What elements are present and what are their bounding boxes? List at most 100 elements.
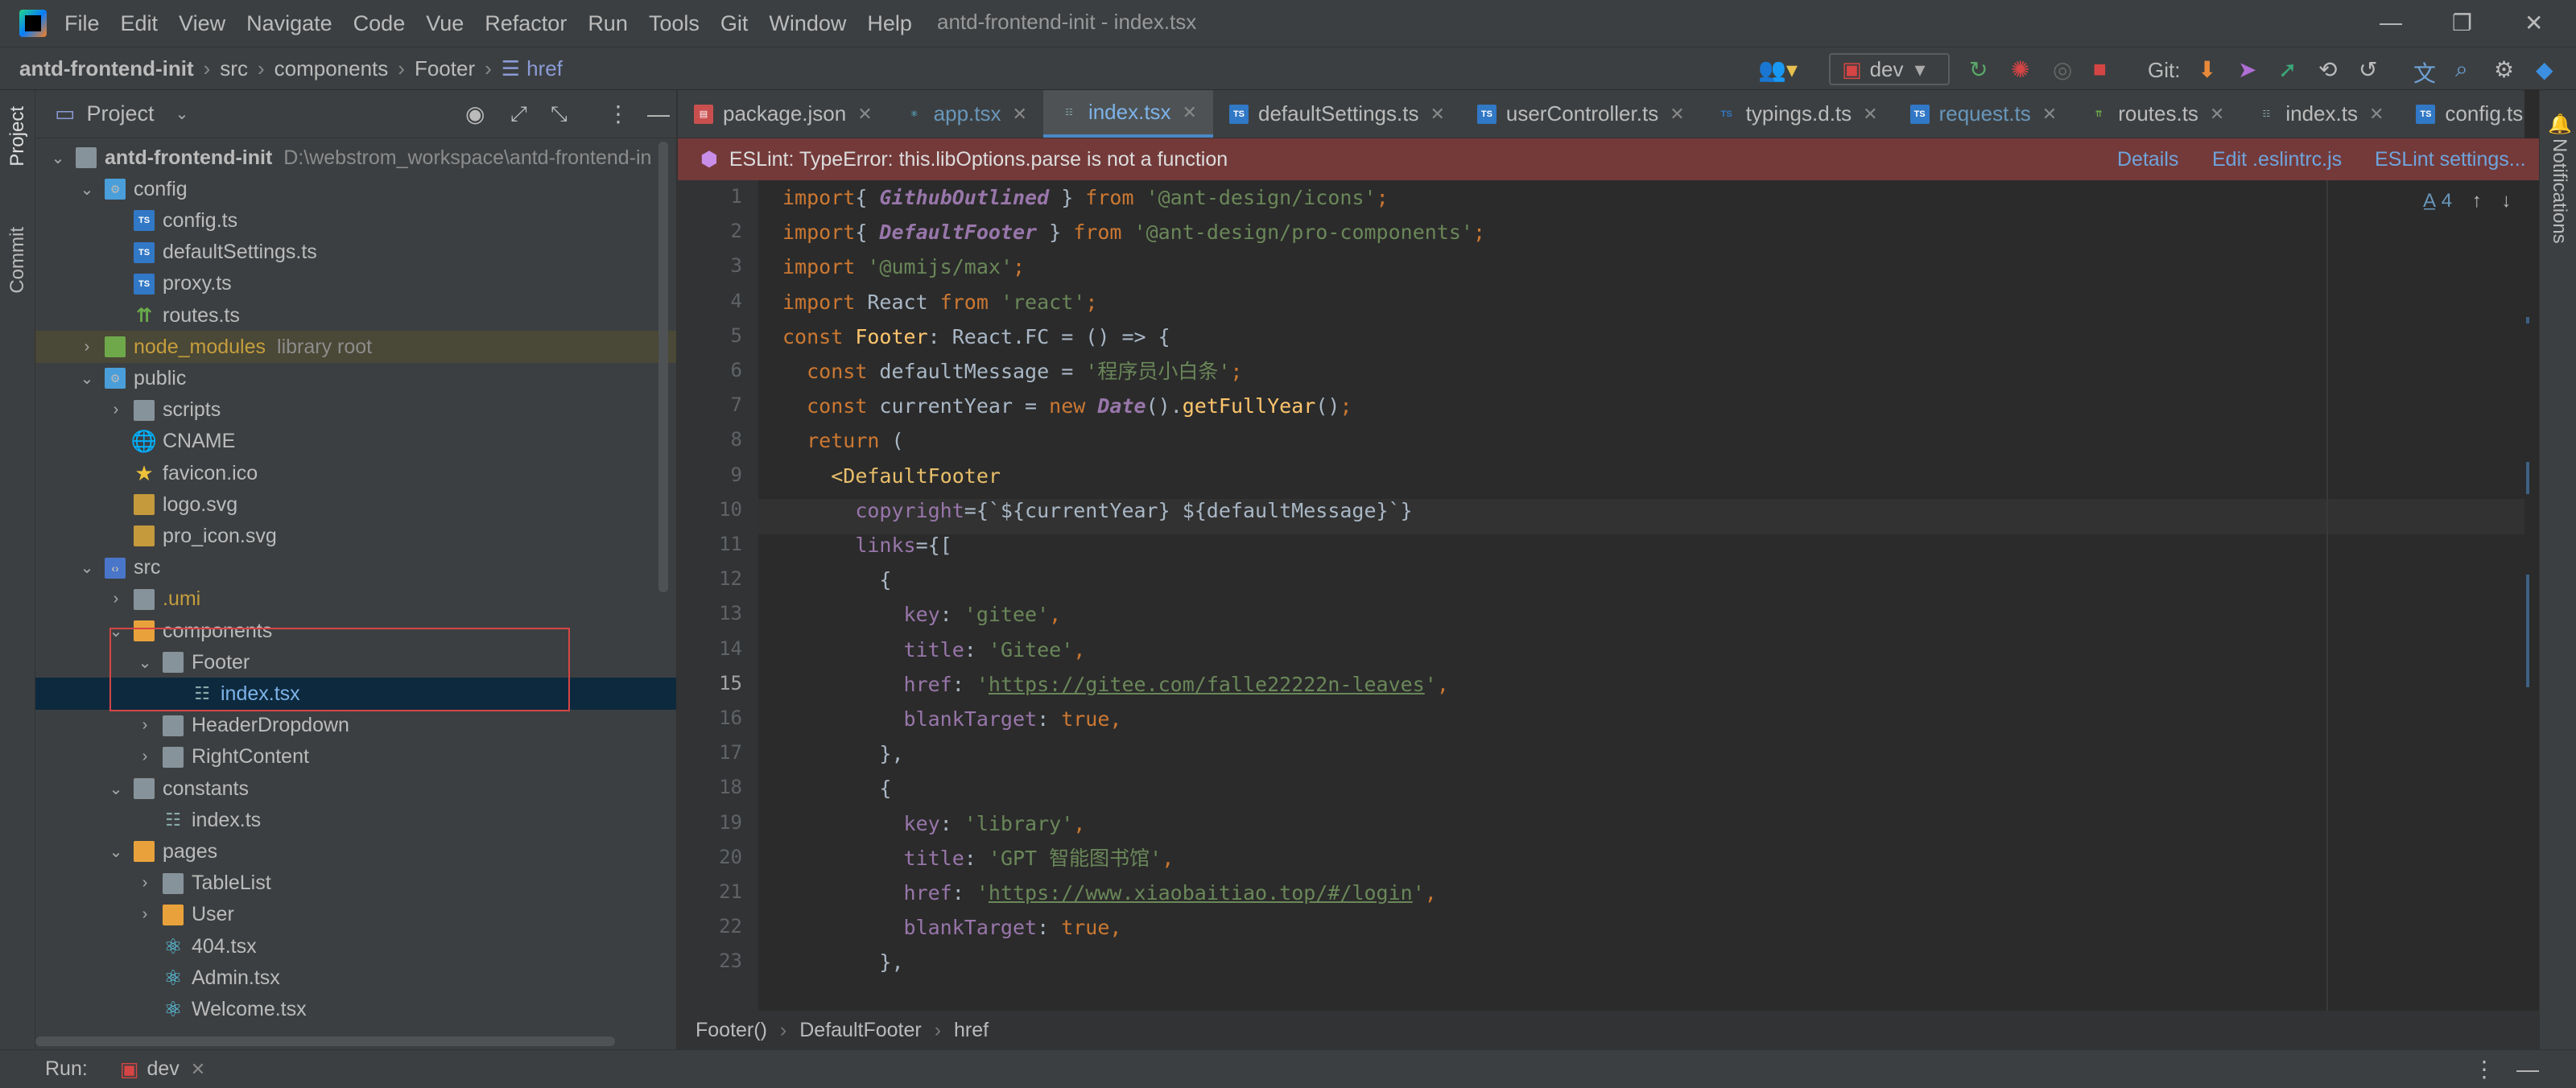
editor-tab[interactable]: ⇈ routes.ts ✕ xyxy=(2073,90,2240,138)
chevron-right-icon[interactable]: › xyxy=(135,874,155,892)
menu-refactor[interactable]: Refactor xyxy=(485,11,567,36)
close-tab-icon[interactable]: ✕ xyxy=(1013,104,1027,125)
eslint-details-link[interactable]: Details xyxy=(2117,148,2178,171)
editor-tab[interactable]: ☷ index.ts ✕ xyxy=(2240,90,2400,138)
eslint-edit-config-link[interactable]: Edit .eslintrc.js xyxy=(2212,148,2342,171)
more-options-icon[interactable]: ⋮ xyxy=(2473,1056,2496,1082)
more-options-icon[interactable]: ⋮ xyxy=(607,101,630,127)
editor-tab[interactable]: TS typings.d.ts ✕ xyxy=(1701,90,1894,138)
breadcrumb-defaultfooter[interactable]: DefaultFooter xyxy=(799,1019,921,1042)
close-tab-icon[interactable]: ✕ xyxy=(2369,104,2384,125)
breadcrumb-href[interactable]: href xyxy=(954,1019,989,1042)
tree-item[interactable]: › TableList xyxy=(35,868,676,900)
chevron-down-icon[interactable]: ⌄ xyxy=(48,148,68,168)
tree-item[interactable]: ⚛ Admin.tsx xyxy=(35,962,676,994)
chevron-down-icon[interactable]: ⌄ xyxy=(77,179,97,200)
tree-item[interactable]: ⚛ Welcome.tsx xyxy=(35,993,676,1025)
notifications-tool-tab[interactable]: Notifications xyxy=(2548,138,2570,244)
tree-scrollbar[interactable] xyxy=(658,142,668,592)
menu-vue[interactable]: Vue xyxy=(426,11,464,36)
eslint-settings-link[interactable]: ESLint settings... xyxy=(2375,148,2526,171)
expand-all-icon[interactable]: ⤢ xyxy=(510,101,527,127)
menu-run[interactable]: Run xyxy=(588,11,628,36)
chevron-down-icon[interactable]: ⌄ xyxy=(106,842,126,862)
locate-icon[interactable]: ◉ xyxy=(465,101,485,127)
tree-item[interactable]: › User xyxy=(35,899,676,931)
chevron-down-icon[interactable]: ⌄ xyxy=(77,369,97,389)
nav-crumb-src[interactable]: src xyxy=(220,56,248,81)
tree-horizontal-scrollbar[interactable] xyxy=(35,1036,615,1046)
tree-item[interactable]: ★ favicon.ico xyxy=(35,457,676,489)
tree-item[interactable]: ⌄ ⚙ public xyxy=(35,362,676,394)
stop-icon[interactable]: ■ xyxy=(2093,56,2107,82)
close-tab-icon[interactable]: ✕ xyxy=(1430,104,1444,125)
git-update-icon[interactable]: ⬇ xyxy=(2198,56,2216,83)
menu-view[interactable]: View xyxy=(179,11,225,36)
tree-item[interactable]: TS defaultSettings.ts xyxy=(35,237,676,269)
chevron-right-icon[interactable]: › xyxy=(77,338,97,356)
breadcrumb-footer[interactable]: Footer() xyxy=(696,1019,767,1042)
chevron-right-icon[interactable]: › xyxy=(106,590,126,608)
chevron-down-icon[interactable]: ⌄ xyxy=(106,779,126,799)
tree-item[interactable]: ⌄ antd-frontend-init D:\webstrom_workspace… xyxy=(35,142,676,174)
restore-icon[interactable]: ❐ xyxy=(2452,10,2472,36)
minimize-icon[interactable]: — xyxy=(2380,10,2402,35)
close-tab-icon[interactable]: ✕ xyxy=(2210,104,2224,125)
editor-scrollbar[interactable] xyxy=(2524,180,2539,1011)
tree-item[interactable]: ⚛ 404.tsx xyxy=(35,930,676,962)
next-problem-icon[interactable]: ↓ xyxy=(2501,190,2511,212)
editor-tab[interactable]: TSconfig.ts✕ xyxy=(2400,90,2524,138)
editor-tab[interactable]: ☷ index.tsx ✕ xyxy=(1042,90,1213,138)
debug-icon[interactable]: ✺ xyxy=(2011,56,2029,83)
menu-code[interactable]: Code xyxy=(353,11,406,36)
code-editor[interactable]: import{ GithubOutlined } from '@ant-desi… xyxy=(758,180,2539,1011)
nav-crumb-project[interactable]: antd-frontend-init xyxy=(19,56,194,81)
tree-item[interactable]: › .umi xyxy=(35,583,676,616)
rollback-icon[interactable]: ↺ xyxy=(2359,56,2377,83)
menu-edit[interactable]: Edit xyxy=(121,11,159,36)
prev-problem-icon[interactable]: ↑ xyxy=(2472,190,2482,212)
chevron-down-icon[interactable]: ⌄ xyxy=(77,558,97,578)
tree-item[interactable]: TS proxy.ts xyxy=(35,268,676,300)
chevron-right-icon[interactable]: › xyxy=(135,748,155,766)
editor-tab[interactable]: TS defaultSettings.ts ✕ xyxy=(1213,90,1461,138)
nav-crumb-href[interactable]: href xyxy=(526,56,563,81)
editor-tab[interactable]: ⚛ app.tsx ✕ xyxy=(889,90,1043,138)
editor-tab[interactable]: TS request.ts ✕ xyxy=(1894,90,2074,138)
rerun-icon[interactable]: ↻ xyxy=(1969,56,1988,83)
close-tab-icon[interactable]: ✕ xyxy=(2042,104,2057,125)
git-push-icon[interactable]: ➚ xyxy=(2278,56,2297,83)
menu-tools[interactable]: Tools xyxy=(649,11,700,36)
tree-item[interactable]: ⌄ ‹› src xyxy=(35,552,676,584)
collapse-all-icon[interactable]: ⤡ xyxy=(551,101,568,127)
hide-panel-icon[interactable]: — xyxy=(2516,1057,2539,1082)
tree-item[interactable]: › node_modules library root xyxy=(35,331,676,364)
notifications-icon[interactable]: 🔔 xyxy=(2548,113,2572,136)
menu-help[interactable]: Help xyxy=(867,11,912,36)
git-commit-icon[interactable]: ➤ xyxy=(2238,56,2256,83)
tree-item[interactable]: ⌄ constants xyxy=(35,773,676,805)
tree-item[interactable]: ⇈ routes.ts xyxy=(35,299,676,332)
close-tab-icon[interactable]: ✕ xyxy=(857,104,872,125)
search-icon[interactable]: ⌕ xyxy=(2455,56,2468,83)
inspection-widget[interactable]: A̲ 4 ↑ ↓ xyxy=(2423,190,2511,212)
editor-tab[interactable]: ▤ package.json ✕ xyxy=(678,90,889,138)
chevron-down-icon[interactable]: ⌄ xyxy=(175,104,189,124)
tree-item[interactable]: ⌄ pages xyxy=(35,835,676,868)
project-tool-tab[interactable]: Project xyxy=(6,106,29,167)
settings-icon[interactable]: ⚙ xyxy=(2494,56,2514,83)
editor-gutter[interactable]: 1 2 3 4 5 6 7 8 9 10 11 12 13 14 15 16 17 18 19 20 21 22 23 xyxy=(678,180,758,1011)
run-config-select[interactable]: ▣ dev ▾ xyxy=(1829,53,1950,85)
chevron-right-icon[interactable]: › xyxy=(106,401,126,419)
commit-tool-tab[interactable]: Commit xyxy=(6,227,29,294)
tree-item[interactable]: › scripts xyxy=(35,394,676,427)
run-tab-dev[interactable]: dev xyxy=(147,1057,179,1081)
chevron-right-icon[interactable]: › xyxy=(135,716,155,735)
close-tab-icon[interactable]: ✕ xyxy=(1183,102,1197,123)
tree-item[interactable]: logo.svg xyxy=(35,488,676,521)
editor-tab[interactable]: TS userController.ts ✕ xyxy=(1461,90,1701,138)
menu-git[interactable]: Git xyxy=(720,11,749,36)
menu-window[interactable]: Window xyxy=(769,11,846,36)
tree-item[interactable]: › HeaderDropdown xyxy=(35,710,676,742)
tree-item[interactable]: ⌄ ⚙ config xyxy=(35,173,676,205)
